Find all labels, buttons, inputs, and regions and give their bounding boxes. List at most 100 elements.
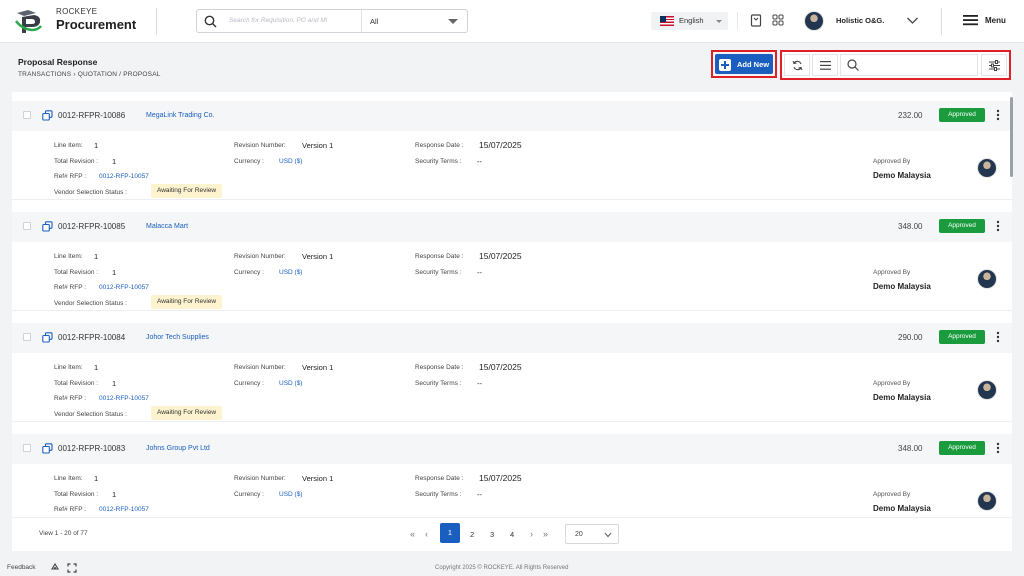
filter-settings-button[interactable] — [981, 54, 1007, 76]
page-number[interactable]: 4 — [510, 530, 514, 539]
proposal-card[interactable]: 0012-RFPR-10086 MegaLink Trading Co. 232… — [12, 94, 1012, 200]
more-options-icon[interactable] — [996, 331, 1000, 343]
ref-rfp-link[interactable]: 0012-RFP-10057 — [99, 284, 149, 291]
more-options-icon[interactable] — [996, 109, 1000, 121]
vendor-selection-status-label: Vendor Selection Status : — [54, 189, 127, 196]
total-revision-label: Total Revision : — [54, 158, 99, 165]
more-options-icon[interactable] — [996, 442, 1000, 454]
brand-name: ROCKEYE Procurement — [56, 8, 137, 32]
response-date-value: 15/07/2025 — [479, 251, 522, 261]
list-scrollbar[interactable] — [1010, 97, 1013, 177]
language-label: English — [679, 16, 704, 25]
vendor-name[interactable]: Malacca Mart — [146, 223, 188, 230]
page-number-current[interactable]: 1 — [440, 523, 460, 543]
apps-grid-icon[interactable] — [772, 14, 784, 26]
row-checkbox[interactable] — [23, 333, 31, 341]
page-number[interactable]: 3 — [490, 530, 494, 539]
view-range-text: View 1 - 20 of 77 — [39, 530, 88, 537]
line-item-label: Line Item: — [54, 253, 83, 260]
ref-rfp-label: Ref# RFP : — [54, 284, 87, 291]
ref-rfp-label: Ref# RFP : — [54, 173, 87, 180]
footer: Feedback Copyright 2025 © ROCKEYE. All R… — [0, 560, 1024, 576]
search-icon — [847, 59, 859, 71]
total-revision-value: 1 — [112, 490, 117, 499]
search-input[interactable]: Search for Requisition, PO and Mi — [229, 17, 327, 24]
recycle-icon[interactable] — [50, 563, 60, 573]
chevron-down-icon[interactable] — [906, 14, 919, 27]
menu-button[interactable]: Menu — [963, 14, 1006, 28]
next-page-icon[interactable]: › — [530, 529, 533, 539]
add-new-button[interactable]: Add New — [711, 50, 777, 78]
list-view-button[interactable] — [812, 54, 838, 76]
feedback-link[interactable]: Feedback — [7, 564, 36, 571]
proposal-amount: 348.00 — [898, 222, 923, 231]
security-terms-label: Security Terms : — [415, 158, 462, 165]
vendor-name[interactable]: MegaLink Trading Co. — [146, 112, 214, 119]
total-revision-value: 1 — [112, 157, 117, 166]
fullscreen-icon[interactable] — [67, 563, 77, 573]
ref-rfp-link[interactable]: 0012-RFP-10057 — [99, 173, 149, 180]
prev-page-icon[interactable]: ‹ — [425, 529, 428, 539]
response-date-label: Response Date : — [415, 475, 464, 482]
brand-line-2: Procurement — [56, 17, 137, 32]
line-item-label: Line Item: — [54, 364, 83, 371]
breadcrumb[interactable]: TRANSACTIONS › QUOTATION / PROPOSAL — [18, 71, 161, 78]
bookmark-icon[interactable] — [750, 14, 762, 27]
top-bar: ROCKEYE Procurement Search for Requisiti… — [0, 0, 1024, 43]
caret-down-icon — [448, 19, 458, 24]
revision-number-value: Version 1 — [302, 363, 334, 372]
refresh-button[interactable] — [784, 54, 810, 76]
card-divider — [12, 310, 1012, 311]
currency-value: USD ($) — [279, 380, 303, 387]
card-divider — [12, 199, 1012, 200]
add-new-button-body[interactable]: Add New — [715, 54, 773, 74]
proposal-id[interactable]: 0012-RFPR-10084 — [58, 333, 125, 342]
revision-number-value: Version 1 — [302, 252, 334, 261]
rockeye-logo[interactable] — [14, 7, 44, 35]
vendor-selection-status-label: Vendor Selection Status : — [54, 300, 127, 307]
chevron-down-icon — [604, 532, 612, 538]
menu-label: Menu — [985, 16, 1006, 25]
row-checkbox[interactable] — [23, 111, 31, 119]
proposal-list: 0012-RFPR-10086 MegaLink Trading Co. 232… — [12, 92, 1012, 517]
currency-label: Currency : — [234, 380, 264, 387]
user-name[interactable]: Holistic O&G. — [836, 16, 884, 25]
divider — [941, 8, 942, 35]
row-checkbox[interactable] — [23, 222, 31, 230]
more-options-icon[interactable] — [996, 220, 1000, 232]
status-badge: Approved — [939, 108, 985, 122]
proposal-card[interactable]: 0012-RFPR-10084 Johor Tech Supplies 290.… — [12, 316, 1012, 422]
global-search[interactable]: Search for Requisition, PO and Mi All — [196, 9, 468, 33]
row-checkbox[interactable] — [23, 444, 31, 452]
vendor-name[interactable]: Johor Tech Supplies — [146, 334, 209, 341]
proposal-id[interactable]: 0012-RFPR-10085 — [58, 222, 125, 231]
copy-icon[interactable] — [42, 443, 53, 454]
user-avatar[interactable] — [804, 11, 824, 31]
currency-label: Currency : — [234, 158, 264, 165]
copy-icon[interactable] — [42, 332, 53, 343]
proposal-card[interactable]: 0012-RFPR-10083 Johns Group Pvt Ltd 348.… — [12, 427, 1012, 517]
ref-rfp-link[interactable]: 0012-RFP-10057 — [99, 506, 149, 513]
first-page-icon[interactable]: « — [410, 529, 415, 539]
page-size-select[interactable]: 20 — [565, 524, 619, 544]
page-size-value: 20 — [575, 531, 583, 538]
list-search-input[interactable] — [840, 54, 978, 76]
vendor-name[interactable]: Johns Group Pvt Ltd — [146, 445, 210, 452]
currency-value: USD ($) — [279, 269, 303, 276]
response-date-value: 15/07/2025 — [479, 140, 522, 150]
proposal-card[interactable]: 0012-RFPR-10085 Malacca Mart 348.00 Appr… — [12, 205, 1012, 311]
copy-icon[interactable] — [42, 110, 53, 121]
proposal-id[interactable]: 0012-RFPR-10083 — [58, 444, 125, 453]
ref-rfp-link[interactable]: 0012-RFP-10057 — [99, 395, 149, 402]
response-date-label: Response Date : — [415, 142, 464, 149]
search-filter-select[interactable]: All — [361, 10, 468, 32]
page-number[interactable]: 2 — [470, 530, 474, 539]
response-date-label: Response Date : — [415, 364, 464, 371]
language-select[interactable]: English — [651, 12, 728, 30]
divider — [737, 12, 738, 30]
list-toolbar — [780, 50, 1011, 80]
approver-name: Demo Malaysia — [873, 282, 931, 291]
last-page-icon[interactable]: » — [543, 529, 548, 539]
copy-icon[interactable] — [42, 221, 53, 232]
proposal-id[interactable]: 0012-RFPR-10086 — [58, 111, 125, 120]
